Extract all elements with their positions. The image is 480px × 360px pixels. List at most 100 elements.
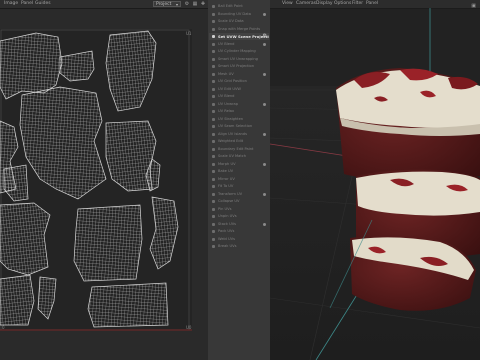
- tool-bullet-icon: [212, 230, 215, 233]
- projection-dropdown[interactable]: Project ▾: [153, 1, 181, 7]
- tool-list-item[interactable]: Bake UV: [209, 168, 269, 175]
- uv-bottom-right-label: U0: [186, 325, 192, 330]
- tool-list-item[interactable]: Align UV Islands: [209, 131, 269, 138]
- menu-cameras[interactable]: Cameras: [296, 0, 316, 8]
- tool-list-item-label: Stack UVs: [218, 221, 237, 226]
- tool-list-item-label: UV Unwrap: [218, 101, 239, 106]
- tool-bullet-icon: [212, 192, 215, 196]
- tool-list-item[interactable]: Collapse UV: [209, 198, 269, 205]
- tool-bullet-icon: [212, 5, 215, 8]
- tool-list-item[interactable]: Pin UVs: [209, 206, 269, 213]
- viewport-scene: [270, 8, 480, 360]
- tool-list-item[interactable]: Fit To UV: [209, 183, 269, 190]
- tool-bullet-icon: [212, 215, 215, 218]
- tool-list-item-label: UV Edit UVW: [218, 86, 241, 91]
- menu-display[interactable]: Display: [316, 0, 333, 8]
- 3d-viewport[interactable]: View Cameras Display Options Filter Pane…: [270, 0, 480, 360]
- tool-list-panel: Ball Edit Paint Bounding UV Data Scale UV …: [208, 0, 270, 360]
- tool-list-item[interactable]: UV Edit UVW: [209, 86, 269, 93]
- tool-list-item[interactable]: Pack UVs: [209, 228, 269, 235]
- tool-list-item[interactable]: Snap with Merge Points: [209, 26, 269, 33]
- tool-list-item[interactable]: UV Grid Position: [209, 78, 269, 85]
- tool-bullet-icon: [212, 117, 215, 121]
- tool-list-item[interactable]: Scale UV Data: [209, 18, 269, 25]
- tool-list-item[interactable]: UV Unwrap: [209, 101, 269, 108]
- uv-top-right-label: U1: [186, 31, 192, 36]
- tool-list-item[interactable]: UV Seam Selection: [209, 123, 269, 130]
- menu-panel[interactable]: Panel: [366, 0, 378, 8]
- tool-list-item[interactable]: Weighted Edit: [209, 138, 269, 145]
- tool-list-item-label: Unpin UVs: [218, 214, 237, 218]
- tool-list-item[interactable]: Smart UV Unwrapping: [209, 56, 269, 63]
- tool-list-item[interactable]: UV Relax: [209, 108, 269, 115]
- visibility-dot-icon[interactable]: [263, 72, 266, 76]
- uv-canvas[interactable]: U1 U0 0: [0, 29, 192, 331]
- tool-list-item-label: Smart UV Unwrapping: [218, 56, 258, 61]
- tool-list-item-label: Smart UV Projection: [218, 64, 255, 68]
- visibility-dot-icon[interactable]: [263, 132, 266, 136]
- menu-panel[interactable]: Panel: [21, 0, 33, 8]
- uv-island: [105, 30, 157, 112]
- tool-list-item[interactable]: Mesh UV: [209, 71, 269, 78]
- visibility-dot-icon[interactable]: [263, 222, 266, 226]
- tool-list-item[interactable]: Boundary Edit Paint: [209, 146, 269, 153]
- tool-bullet-icon: [212, 162, 215, 166]
- tool-bullet-icon: [212, 207, 215, 211]
- tool-bullet-icon: [212, 95, 215, 98]
- tool-list-item[interactable]: Break UVs: [209, 243, 269, 250]
- tool-bullet-icon: [212, 110, 215, 113]
- tool-bullet-icon: [212, 20, 215, 23]
- tool-list-item[interactable]: Weld UVs: [209, 236, 269, 243]
- tool-list-item[interactable]: Scale UV Match: [209, 153, 269, 160]
- visibility-dot-icon[interactable]: [263, 42, 266, 46]
- menu-filter[interactable]: Filter: [352, 0, 363, 8]
- tool-bullet-icon: [212, 80, 215, 83]
- tool-bullet-icon: [212, 147, 215, 151]
- visibility-dot-icon[interactable]: [263, 162, 266, 166]
- tool-list-item[interactable]: UV Blend: [209, 93, 269, 100]
- tool-list-item[interactable]: Bounding UV Data: [209, 11, 269, 18]
- tool-list-item-label: Scale UV Data: [218, 19, 244, 23]
- tool-list-item-label: Weighted Edit: [218, 139, 244, 143]
- tool-list-item-label: Fit To UV: [218, 184, 234, 188]
- tool-list-item[interactable]: UV Blend: [209, 41, 269, 48]
- tool-list-item[interactable]: Mirror UV: [209, 176, 269, 183]
- tool-bullet-icon: [212, 27, 215, 31]
- menu-image[interactable]: Image: [4, 0, 18, 8]
- tool-list-item[interactable]: Stack UVs: [209, 221, 269, 228]
- visibility-dot-icon[interactable]: [263, 12, 266, 16]
- tool-list-item-label: UV Blend: [218, 94, 235, 98]
- tool-list-item-label: Mirror UV: [218, 176, 235, 181]
- tool-bullet-icon: [212, 155, 215, 158]
- tool-list-item[interactable]: UV Cylinder Mapping: [209, 48, 269, 55]
- visibility-dot-icon[interactable]: [263, 102, 266, 106]
- tool-list-item-label: Morph UV: [218, 161, 236, 166]
- tool-bullet-icon: [212, 222, 215, 226]
- tool-list-item[interactable]: Ball Edit Paint: [209, 3, 269, 10]
- menu-guides[interactable]: Guides: [35, 0, 51, 8]
- tool-list-item[interactable]: Smart UV Projection: [209, 63, 269, 70]
- tool-bullet-icon: [212, 50, 215, 53]
- gear-icon[interactable]: ⚙: [263, 33, 267, 40]
- tool-list-item[interactable]: Transform UV: [209, 191, 269, 198]
- tool-list-item-label: Align UV Islands: [218, 131, 247, 136]
- tool-list-item[interactable]: UV Straighten: [209, 116, 269, 123]
- tool-list-item-label: UV Straighten: [218, 116, 244, 121]
- pin-icon[interactable]: ✚: [200, 1, 206, 7]
- menu-options[interactable]: Options: [334, 0, 351, 8]
- tool-list-item[interactable]: Set UVW Scene Projection ⚙: [209, 33, 269, 40]
- uv-island: [149, 196, 179, 270]
- uv-menubar: Image Panel Guides Project ▾ ⚙ ▦ ✚: [0, 0, 208, 9]
- tool-list-item-label: Scale UV Match: [218, 154, 247, 158]
- settings-icon[interactable]: ⚙: [184, 1, 190, 7]
- tool-list-item-label: UV Relax: [218, 109, 235, 113]
- tool-list-item[interactable]: Morph UV: [209, 161, 269, 168]
- menu-view[interactable]: View: [282, 0, 293, 8]
- tool-list-item[interactable]: Unpin UVs: [209, 213, 269, 220]
- grid-icon[interactable]: ▦: [192, 1, 198, 7]
- visibility-dot-icon[interactable]: [263, 192, 266, 196]
- projection-dropdown-value: Project: [156, 2, 172, 7]
- tool-bullet-icon: [212, 125, 215, 128]
- tool-list-item-label: UV Grid Position: [218, 79, 247, 83]
- uv-island: [0, 274, 35, 326]
